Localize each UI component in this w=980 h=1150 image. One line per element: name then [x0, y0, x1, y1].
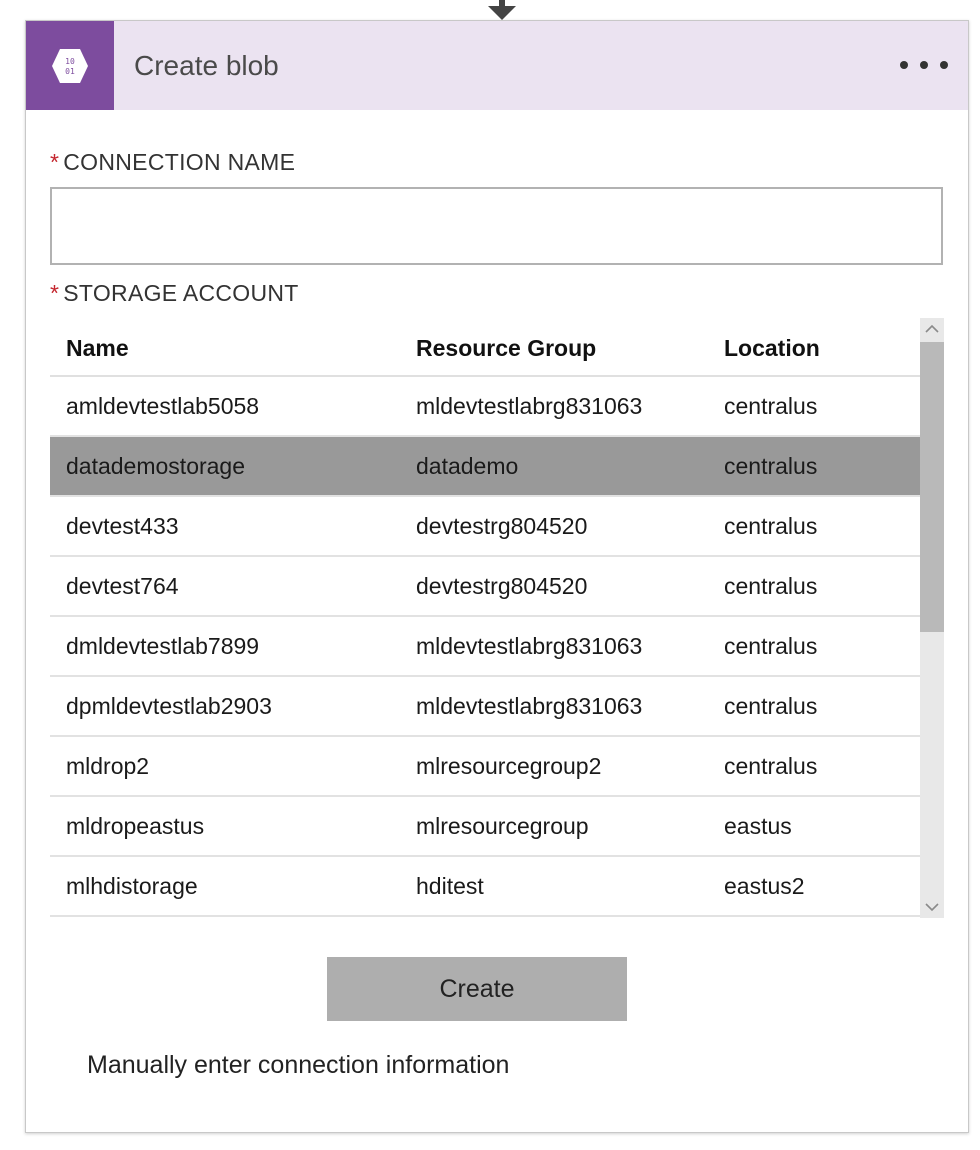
table-row[interactable]: mldropeastus mlresourcegroup eastus — [50, 797, 920, 857]
cell-location: centralus — [724, 753, 818, 779]
cell-location: centralus — [724, 633, 818, 659]
table-row[interactable]: mldrop2 mlresourcegroup2 centralus — [50, 737, 920, 797]
storage-account-table: Name Resource Group Location amldevtestl… — [50, 318, 944, 918]
table-body: amldevtestlab5058 mldevtestlabrg831063 cen… — [50, 377, 920, 917]
cell-location: centralus — [724, 393, 818, 419]
column-header-location: Location — [724, 335, 820, 361]
scrollbar-thumb[interactable] — [920, 342, 944, 632]
cell-resource-group: mlresourcegroup2 — [416, 753, 602, 779]
table-row[interactable]: devtest764 devtestrg804520 centralus — [50, 557, 920, 617]
table-row[interactable]: mlhdistorage hditest eastus2 — [50, 857, 920, 917]
card-title: Create blob — [134, 50, 279, 81]
cell-name: devtest764 — [66, 573, 179, 599]
card-header: 10 01 Create blob — [26, 21, 968, 110]
cell-resource-group: mldevtestlabrg831063 — [416, 393, 643, 419]
cell-name: dpmldevtestlab2903 — [66, 693, 272, 719]
cell-resource-group: devtestrg804520 — [416, 513, 588, 539]
column-header-name: Name — [66, 335, 129, 361]
cell-name: devtest433 — [66, 513, 179, 539]
cell-location: eastus2 — [724, 873, 805, 899]
cell-resource-group: datademo — [416, 453, 519, 479]
connection-name-input[interactable] — [50, 187, 943, 265]
cell-resource-group: devtestrg804520 — [416, 573, 588, 599]
cell-resource-group: mldevtestlabrg831063 — [416, 693, 643, 719]
dot-icon — [940, 61, 948, 69]
connection-name-label: * CONNECTION NAME — [50, 149, 295, 176]
create-blob-card: 10 01 Create blob * CONNECTION NAME * STOR… — [25, 20, 969, 1133]
flow-arrow-icon — [488, 0, 516, 20]
cell-name: mldropeastus — [66, 813, 205, 839]
table-row[interactable]: datademostorage datademo centralus — [50, 437, 920, 497]
cell-name: datademostorage — [66, 453, 246, 479]
cell-location: centralus — [724, 513, 818, 539]
manual-connection-link[interactable]: Manually enter connection information — [87, 1051, 509, 1080]
scroll-down-icon[interactable] — [920, 896, 944, 918]
column-header-resource-group: Resource Group — [416, 335, 597, 361]
cell-location: centralus — [724, 453, 818, 479]
table-row[interactable]: dpmldevtestlab2903 mldevtestlabrg831063 ce… — [50, 677, 920, 737]
svg-text:01: 01 — [65, 67, 75, 76]
blob-storage-icon: 10 01 — [26, 21, 114, 110]
svg-text:10: 10 — [65, 57, 75, 66]
cell-resource-group: mlresourcegroup — [416, 813, 589, 839]
table-row[interactable]: devtest433 devtestrg804520 centralus — [50, 497, 920, 557]
table-row[interactable]: amldevtestlab5058 mldevtestlabrg831063 cen… — [50, 377, 920, 437]
table-row[interactable]: dmldevtestlab7899 mldevtestlabrg831063 cen… — [50, 617, 920, 677]
cell-location: eastus — [724, 813, 792, 839]
table-header: Name Resource Group Location — [50, 318, 920, 377]
dot-icon — [900, 61, 908, 69]
dot-icon — [920, 61, 928, 69]
required-marker: * — [50, 149, 60, 175]
storage-account-label-text: STORAGE ACCOUNT — [63, 280, 299, 306]
cell-resource-group: mldevtestlabrg831063 — [416, 633, 643, 659]
connection-name-label-text: CONNECTION NAME — [63, 149, 296, 175]
cell-name: amldevtestlab5058 — [66, 393, 260, 419]
cell-resource-group: hditest — [416, 873, 484, 899]
cell-location: centralus — [724, 573, 818, 599]
cell-name: mlhdistorage — [66, 873, 198, 899]
table-scrollbar[interactable] — [920, 318, 944, 918]
create-button[interactable]: Create — [327, 957, 627, 1021]
cell-name: dmldevtestlab7899 — [66, 633, 260, 659]
scroll-up-icon[interactable] — [920, 318, 944, 340]
required-marker: * — [50, 280, 60, 306]
cell-name: mldrop2 — [66, 753, 150, 779]
storage-account-label: * STORAGE ACCOUNT — [50, 280, 299, 307]
more-options-button[interactable] — [900, 51, 948, 79]
cell-location: centralus — [724, 693, 818, 719]
